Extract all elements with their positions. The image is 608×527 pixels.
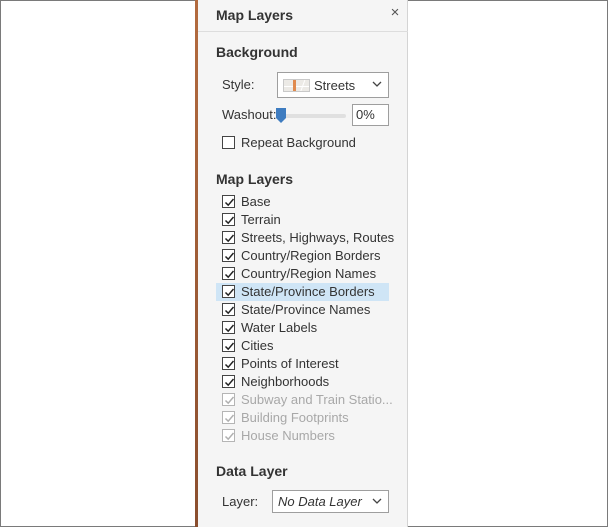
checkbox-box[interactable] [222, 357, 235, 370]
layer-checkbox-state-province-names[interactable]: State/Province Names [216, 301, 389, 319]
checkbox-box[interactable] [222, 375, 235, 388]
panel-header: Map Layers × [198, 0, 408, 32]
layer-label: Cities [241, 338, 274, 353]
checkbox-box[interactable] [222, 249, 235, 262]
layer-checkbox-subway-and-train-statio: Subway and Train Statio... [216, 391, 393, 409]
checkmark-icon [224, 432, 235, 441]
style-dropdown[interactable]: Streets [277, 72, 389, 98]
layer-checkbox-neighborhoods[interactable]: Neighborhoods [216, 373, 389, 391]
layer-label: Country/Region Names [241, 266, 377, 281]
checkbox-box [222, 411, 235, 424]
checkmark-icon [224, 396, 235, 405]
layer-checkbox-terrain[interactable]: Terrain [216, 211, 389, 229]
checkbox-box[interactable] [222, 213, 235, 226]
washout-input[interactable]: 0% [352, 104, 389, 126]
layer-label: Terrain [241, 212, 281, 227]
checkbox-box [222, 429, 235, 442]
checkmark-icon [224, 198, 235, 207]
checkbox-box[interactable] [222, 285, 235, 298]
checkmark-icon [224, 252, 235, 261]
checkbox-box[interactable] [222, 303, 235, 316]
layer-label: Subway and Train Statio... [241, 392, 393, 407]
layer-label: Layer: [222, 494, 259, 509]
checkmark-icon [224, 234, 235, 243]
repeat-background-checkbox[interactable]: Repeat Background [216, 134, 389, 152]
layer-label: Points of Interest [241, 356, 339, 371]
data-layer-selected-value: No Data Layer [278, 494, 362, 509]
checkbox-box[interactable] [222, 231, 235, 244]
style-selected-value: Streets [314, 78, 356, 93]
layer-checkbox-base[interactable]: Base [216, 193, 389, 211]
checkbox-box[interactable] [222, 195, 235, 208]
layer-checkbox-cities[interactable]: Cities [216, 337, 389, 355]
checkmark-icon [224, 216, 235, 225]
checkbox-box [222, 393, 235, 406]
background-heading: Background [216, 44, 298, 60]
layer-checkbox-country-region-borders[interactable]: Country/Region Borders [216, 247, 389, 265]
checkmark-icon [224, 378, 235, 387]
checkmark-icon [224, 324, 235, 333]
layer-checkbox-building-footprints: Building Footprints [216, 409, 389, 427]
checkmark-icon [224, 270, 235, 279]
layer-checkbox-points-of-interest[interactable]: Points of Interest [216, 355, 389, 373]
layer-label: Base [241, 194, 271, 209]
layer-label: Water Labels [241, 320, 318, 335]
layer-label: Neighborhoods [241, 374, 330, 389]
map-layers-panel: Map Layers × Background Style: Streets W… [198, 0, 408, 527]
repeat-background-label: Repeat Background [241, 135, 356, 150]
checkbox-box[interactable] [222, 136, 235, 149]
layer-label: Streets, Highways, Routes [241, 230, 395, 245]
chevron-down-icon [372, 498, 382, 504]
layer-label: State/Province Borders [241, 284, 375, 299]
checkmark-icon [224, 414, 235, 423]
data-layer-dropdown[interactable]: No Data Layer [272, 490, 389, 513]
washout-slider-track[interactable] [279, 114, 346, 118]
checkmark-icon [224, 360, 235, 369]
layer-checkbox-state-province-borders[interactable]: State/Province Borders [216, 283, 389, 301]
style-label: Style: [222, 77, 255, 92]
layer-label: Country/Region Borders [241, 248, 381, 263]
checkmark-icon [224, 288, 235, 297]
layer-label: State/Province Names [241, 302, 371, 317]
data-layer-heading: Data Layer [216, 463, 288, 479]
layer-label: House Numbers [241, 428, 335, 443]
layer-label: Building Footprints [241, 410, 349, 425]
chevron-down-icon [372, 81, 382, 87]
layer-checkbox-country-region-names[interactable]: Country/Region Names [216, 265, 389, 283]
checkbox-box[interactable] [222, 321, 235, 334]
layer-checkbox-water-labels[interactable]: Water Labels [216, 319, 389, 337]
washout-slider-thumb[interactable] [276, 108, 286, 123]
map-layers-heading: Map Layers [216, 171, 294, 187]
washout-label: Washout: [222, 107, 277, 122]
layer-checkbox-house-numbers: House Numbers [216, 427, 389, 445]
checkmark-icon [224, 342, 235, 351]
layer-checkbox-streets-highways-routes[interactable]: Streets, Highways, Routes [216, 229, 394, 247]
checkbox-box[interactable] [222, 339, 235, 352]
panel-title: Map Layers [216, 7, 294, 23]
checkbox-box[interactable] [222, 267, 235, 280]
checkmark-icon [224, 306, 235, 315]
streets-map-thumbnail-icon [283, 79, 310, 92]
close-icon[interactable]: × [391, 4, 400, 21]
close-button[interactable]: × [387, 5, 403, 21]
